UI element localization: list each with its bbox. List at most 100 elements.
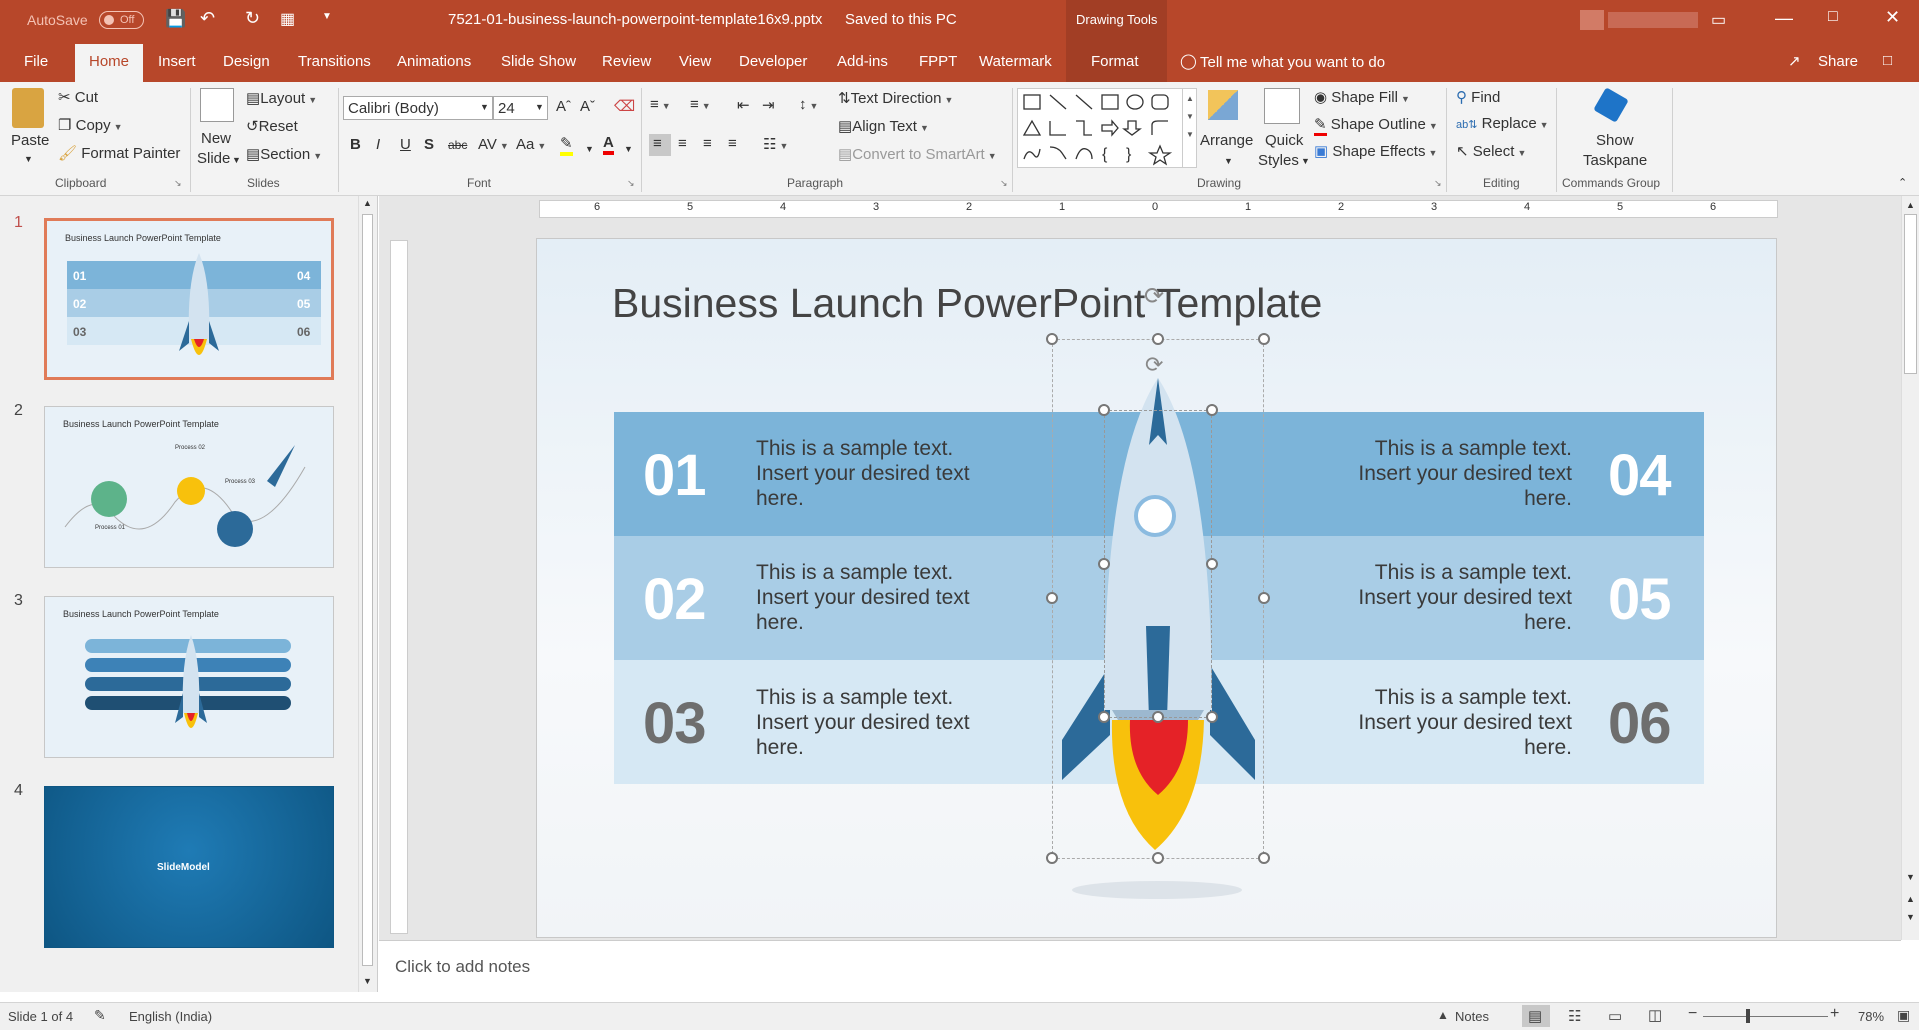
highlight-icon[interactable]: ✎ [560, 134, 573, 156]
font-name-dropdown-icon[interactable]: ▼ [480, 102, 489, 112]
font-launcher-icon[interactable]: ↘ [627, 178, 635, 189]
rotate-handle-icon[interactable]: ⟳ [1144, 282, 1164, 311]
quick-styles-label-1[interactable]: Quick [1265, 132, 1303, 149]
resize-handle[interactable] [1152, 711, 1164, 723]
resize-handle[interactable] [1098, 404, 1110, 416]
tell-me-input[interactable]: Tell me what you want to do [1200, 54, 1385, 71]
user-avatar[interactable] [1580, 10, 1604, 30]
scroll-up-icon[interactable]: ▲ [1906, 200, 1915, 210]
item-text-03[interactable]: This is a sample text. Insert your desir… [756, 685, 1006, 760]
share-icon[interactable]: ↗ [1788, 52, 1801, 70]
quick-styles-label-2[interactable]: Styles [1258, 152, 1299, 169]
language-indicator[interactable]: English (India) [129, 1009, 212, 1024]
tab-slide-show[interactable]: Slide Show [501, 53, 576, 70]
tab-fppt[interactable]: FPPT [919, 53, 957, 70]
item-number-01[interactable]: 01 [643, 442, 707, 509]
arrange-button[interactable]: Arrange [1200, 132, 1253, 149]
resize-handle[interactable] [1046, 592, 1058, 604]
bullets-icon[interactable]: ≡ ▼ [650, 96, 671, 113]
tab-view[interactable]: View [679, 53, 711, 70]
grow-font-icon[interactable]: Aˆ [556, 98, 571, 115]
tab-design[interactable]: Design [223, 53, 270, 70]
font-size-dropdown-icon[interactable]: ▼ [535, 102, 544, 112]
zoom-slider-track[interactable] [1703, 1016, 1828, 1017]
item-text-02[interactable]: This is a sample text. Insert your desir… [756, 560, 1006, 635]
item-text-04[interactable]: This is a sample text. Insert your desir… [1322, 436, 1572, 511]
thumbnail-scrollbar[interactable]: ▲ ▼ [358, 196, 376, 992]
justify-icon[interactable]: ≡ [728, 135, 737, 152]
editor-scrollbar[interactable]: ▲ ▼ ▲ ▼ [1901, 196, 1919, 940]
decrease-indent-icon[interactable]: ⇤ [737, 96, 750, 114]
select-button[interactable]: ↖ Select ▼ [1456, 142, 1526, 160]
resize-handle[interactable] [1098, 558, 1110, 570]
scroll-down-icon[interactable]: ▼ [1906, 872, 1915, 882]
resize-handle[interactable] [1206, 711, 1218, 723]
font-color-dropdown-icon[interactable]: ▼ [624, 144, 633, 154]
autosave-toggle[interactable]: Off [99, 11, 144, 29]
item-text-06[interactable]: This is a sample text. Insert your desir… [1322, 685, 1572, 760]
item-number-03[interactable]: 03 [643, 690, 707, 757]
font-color-icon[interactable]: A [603, 134, 614, 155]
gallery-scroll[interactable]: ▲ ▼ ▼ [1182, 89, 1197, 167]
copy-button[interactable]: ❐ Copy ▼ [58, 116, 123, 134]
underline-icon[interactable]: U [400, 136, 411, 153]
reset-button[interactable]: ↺Reset [246, 117, 298, 135]
align-center-icon[interactable]: ≡ [678, 135, 687, 152]
shape-effects-button[interactable]: ▣ Shape Effects ▼ [1314, 142, 1437, 160]
tab-format[interactable]: Format [1091, 53, 1139, 70]
section-button[interactable]: ▤Section ▼ [246, 145, 322, 163]
slide-sorter-icon[interactable]: ☷ [1568, 1007, 1581, 1025]
highlight-dropdown-icon[interactable]: ▼ [585, 144, 594, 154]
show-taskpane-label-1[interactable]: Show [1596, 132, 1634, 149]
italic-icon[interactable]: I [376, 136, 380, 153]
resize-handle[interactable] [1152, 333, 1164, 345]
restore-icon[interactable]: □ [1828, 8, 1838, 26]
resize-handle[interactable] [1152, 852, 1164, 864]
new-slide-label-2[interactable]: Slide [197, 150, 230, 167]
slide-thumbnail-4[interactable]: SlideModel [44, 786, 334, 948]
quick-styles-dropdown-icon[interactable]: ▼ [1301, 156, 1310, 166]
drawing-launcher-icon[interactable]: ↘ [1434, 178, 1442, 189]
cut-button[interactable]: ✂ Cut [58, 88, 98, 106]
notes-button[interactable]: Notes [1455, 1009, 1489, 1024]
format-painter-button[interactable]: 🖌 Format Painter [58, 144, 180, 162]
tab-developer[interactable]: Developer [739, 53, 807, 70]
tab-insert[interactable]: Insert [158, 53, 196, 70]
rotate-handle-icon[interactable]: ⟳ [1145, 352, 1163, 378]
line-spacing-icon[interactable]: ↕ ▼ [799, 96, 818, 113]
resize-handle[interactable] [1098, 711, 1110, 723]
taskpane-icon[interactable] [1593, 87, 1629, 123]
normal-view-icon[interactable]: ▤ [1528, 1007, 1542, 1025]
tab-file[interactable]: File [24, 53, 48, 70]
show-taskpane-label-2[interactable]: Taskpane [1583, 152, 1647, 169]
scroll-thumb[interactable] [362, 214, 373, 966]
resize-handle[interactable] [1206, 558, 1218, 570]
notes-placeholder[interactable]: Click to add notes [395, 957, 530, 977]
undo-icon[interactable]: ↶ [200, 8, 215, 29]
new-slide-icon[interactable] [200, 88, 234, 122]
resize-handle[interactable] [1046, 852, 1058, 864]
arrange-icon[interactable] [1208, 90, 1238, 120]
smartart-button[interactable]: ▤Convert to SmartArt ▼ [838, 145, 997, 163]
find-button[interactable]: ⚲ Find [1456, 88, 1500, 106]
slide-thumbnail-1[interactable]: Business Launch PowerPoint Template 01 0… [44, 218, 334, 380]
resize-handle[interactable] [1258, 592, 1270, 604]
item-number-04[interactable]: 04 [1608, 442, 1672, 509]
qat-customize-icon[interactable]: ▼ [322, 11, 332, 22]
paste-dropdown-icon[interactable]: ▼ [24, 154, 33, 164]
arrange-dropdown-icon[interactable]: ▼ [1224, 156, 1233, 166]
notes-pane[interactable]: Click to add notes [379, 940, 1901, 992]
change-case-icon[interactable]: Aa ▼ [516, 136, 546, 153]
tab-add-ins[interactable]: Add-ins [837, 53, 888, 70]
minimize-icon[interactable]: — [1775, 8, 1793, 29]
font-name-select[interactable]: Calibri (Body) [343, 96, 493, 120]
save-icon[interactable]: 💾 [165, 9, 186, 29]
align-left-icon[interactable]: ≡ [653, 135, 662, 152]
resize-handle[interactable] [1046, 333, 1058, 345]
quick-styles-icon[interactable] [1264, 88, 1300, 124]
zoom-out-icon[interactable]: − [1688, 1005, 1697, 1023]
notes-icon[interactable]: ▲ [1437, 1008, 1449, 1022]
shape-outline-button[interactable]: ✎ Shape Outline ▼ [1314, 115, 1438, 136]
item-text-05[interactable]: This is a sample text. Insert your desir… [1322, 560, 1572, 635]
new-slide-dropdown-icon[interactable]: ▼ [232, 155, 241, 165]
